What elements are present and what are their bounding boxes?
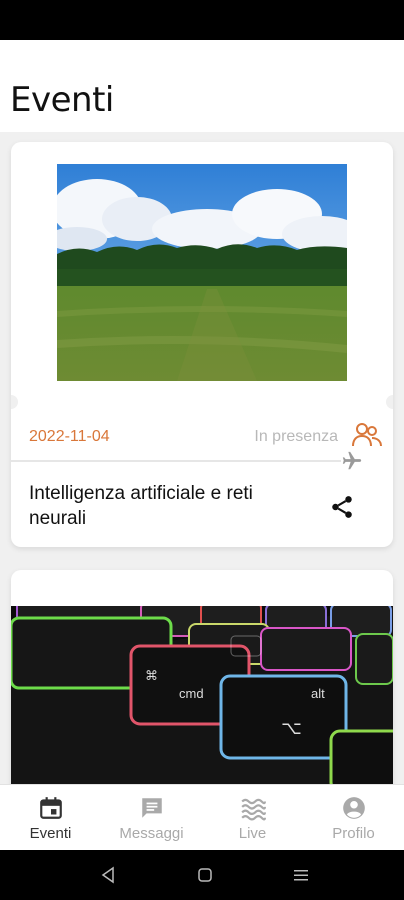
events-list[interactable]: 2022-11-04 In presenza Intelligenza arti… [0,132,404,784]
event-image [57,164,347,381]
nav-item-messaggi[interactable]: Messaggi [101,785,202,850]
nav-label: Live [238,825,267,842]
event-card[interactable]: 2022-11-04 In presenza Intelligenza arti… [11,142,393,547]
event-image: cmd ⌘ alt ⌥ [11,606,393,784]
share-icon[interactable] [329,494,355,520]
ticket-notch [11,395,18,409]
waves-icon [240,798,266,821]
nav-label: Messaggi [119,825,184,842]
nav-item-live[interactable]: Live [202,785,303,850]
nav-item-eventi[interactable]: Eventi [0,785,101,850]
back-icon[interactable] [99,866,117,884]
people-icon [352,423,382,447]
airplane-icon [342,451,362,470]
nav-label: Eventi [29,825,72,842]
svg-text:⌥: ⌥ [281,718,302,739]
page-title: Eventi [10,80,114,120]
system-nav-bar [0,850,404,900]
status-bar [0,0,404,40]
app-header: Eventi [0,40,404,132]
calendar-icon [39,797,62,819]
event-title[interactable]: Intelligenza artificiale e reti neurali [29,481,299,531]
account-icon [342,797,365,819]
recents-icon[interactable] [292,866,310,884]
bottom-nav: Eventi Messaggi Live Profilo [0,784,404,850]
svg-text:alt: alt [311,686,325,701]
event-card[interactable]: cmd ⌘ alt ⌥ [11,570,393,784]
svg-text:⌘: ⌘ [145,669,158,684]
nav-label: Profilo [332,825,375,842]
svg-text:cmd: cmd [179,686,204,701]
home-icon[interactable] [196,866,214,884]
event-date: 2022-11-04 [29,428,110,445]
nav-item-profilo[interactable]: Profilo [303,785,404,850]
event-mode: In presenza [254,428,338,445]
ticket-notch [386,395,393,409]
chat-icon [141,798,162,818]
card-divider [11,460,341,462]
